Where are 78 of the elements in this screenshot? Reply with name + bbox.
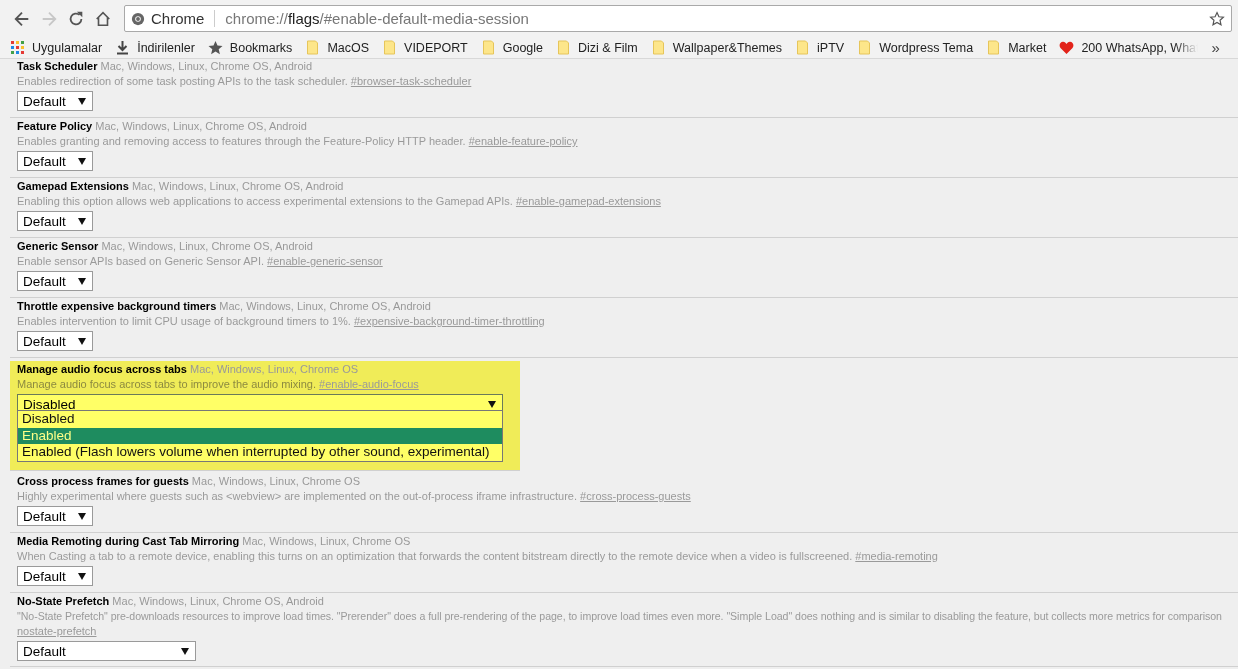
caret-icon [78, 157, 86, 165]
caret-icon [78, 512, 86, 520]
flag-title: Cross process frames for guests [17, 475, 189, 487]
flag-title: Task Scheduler [17, 60, 98, 72]
platforms-text: Mac, Windows, Linux, Chrome OS, Android [95, 120, 307, 132]
platforms-text: Mac, Windows, Linux, Chrome OS, Android [131, 180, 344, 192]
bookmark[interactable]: VIDEPORT [382, 40, 468, 55]
caret-icon [78, 572, 86, 580]
caret-icon [181, 647, 189, 655]
url-text: chrome://flags/#enable-default-media-session [225, 10, 529, 27]
platforms-text: Mac, Windows, Linux, Chrome OS, Android [100, 60, 313, 72]
folder-icon [480, 40, 496, 55]
bookmark[interactable]: Wordpress Tema [857, 40, 974, 55]
flag-title: Generic Sensor [17, 240, 99, 252]
heart-icon [1059, 40, 1075, 55]
flag-title: Throttle expensive background timers [17, 300, 217, 312]
platforms-text: Mac, Windows, Linux, Chrome OS, Android [219, 300, 431, 312]
flag-title: No-State Prefetch [17, 595, 110, 607]
bookmark[interactable]: iPTV [795, 40, 845, 55]
bookmark[interactable]: Bookmarks [207, 40, 293, 55]
flag-title: Manage audio focus across tabs [17, 363, 187, 375]
bookmark[interactable]: Google [480, 40, 544, 55]
folder-icon [556, 40, 572, 55]
dropdown-option[interactable]: Enabled [18, 427, 502, 444]
flag-select[interactable]: Default [17, 91, 93, 111]
star-icon [207, 40, 223, 55]
flag-title: Feature Policy [17, 120, 93, 132]
flag-select[interactable]: Default [17, 211, 93, 231]
caret-icon [78, 217, 86, 225]
bookmark[interactable]: MacOS [305, 40, 370, 55]
caret-icon [78, 277, 86, 285]
flag-select[interactable]: Default [17, 331, 93, 351]
folder-icon [795, 40, 811, 55]
apps-icon [10, 40, 25, 55]
flag-select[interactable]: Default [17, 271, 93, 291]
site-label: Chrome [151, 10, 205, 27]
address-bar[interactable]: Chrome chrome://flags/#enable-default-media-session [124, 5, 1232, 32]
flag-description: Enabling this option allows web applications to access experimental extensions to the Gamepad APIs. #enable-gamepad-extensions [17, 194, 662, 209]
flag-select[interactable]: Default [17, 641, 196, 661]
bookmark[interactable]: Market [986, 40, 1047, 55]
bookmark[interactable]: Uygulamalar [10, 40, 103, 55]
bookmark[interactable]: İndirilenler [115, 40, 195, 55]
caret-icon [78, 337, 86, 345]
star-icon[interactable] [1209, 10, 1225, 27]
folder-icon [857, 40, 873, 55]
flag-description: Highly experimental where guests such as <webview> are implemented on the out-of-process iframe infrastructure. #cross-process-guests [17, 489, 692, 504]
bookmark[interactable]: Wallpaper&Themes [650, 40, 783, 55]
flag-description: Enables intervention to limit CPU usage of background timers to 1%. #expensive-background-timer-throttling [17, 314, 546, 329]
caret-icon [488, 400, 496, 408]
dropdown-option[interactable]: Enabled (Flash lowers volume when interrupted by other sound, experimental) [18, 444, 502, 461]
back-icon[interactable] [12, 9, 31, 28]
platforms-text: Mac, Windows, Linux, Chrome OS [191, 475, 360, 487]
dropdown-option[interactable]: Disabled [18, 411, 502, 428]
flag-title: Media Remoting during Cast Tab Mirroring [17, 535, 240, 547]
bookmark[interactable]: Dizi & Film [556, 40, 638, 55]
folder-icon [305, 40, 321, 55]
platforms-text: Mac, Windows, Linux, Chrome OS [190, 363, 359, 375]
flag-description: Enable sensor APIs based on Generic Sensor API. #enable-generic-sensor [17, 254, 384, 269]
platforms-text: Mac, Windows, Linux, Chrome OS, Android [101, 240, 313, 252]
chrome-icon [131, 11, 145, 26]
flag-description: When Casting a tab to a remote device, enabling this turns on an optimization that forwards the content bitstream directly to the remote device when a video is fullscreened. #media-remoting [17, 549, 939, 564]
folder-icon [986, 40, 1002, 55]
flag-select[interactable]: Default [17, 151, 93, 171]
flag-select[interactable]: Default [17, 506, 93, 526]
flag-select[interactable]: Default [17, 566, 93, 586]
flag-title: Gamepad Extensions [17, 180, 129, 192]
flag-description: "No-State Prefetch" pre-downloads resources to improve load times. "Prerender" does a full pre-rendering of the page, to improve load times even more. "Simple Load" does nothing and is similar to disabling the feature, but collects more metrics for comparison [17, 609, 1223, 624]
folder-icon [650, 40, 666, 55]
caret-icon [78, 97, 86, 105]
overflow-button[interactable]: » [1211, 39, 1220, 56]
folder-icon [382, 40, 398, 55]
flag-description: Manage audio focus across tabs to improve the audio mixing. #enable-audio-focus [17, 377, 420, 392]
platforms-text: Mac, Windows, Linux, Chrome OS [242, 535, 411, 547]
download-icon [115, 40, 131, 55]
platforms-text: Mac, Windows, Linux, Chrome OS, Android [112, 595, 324, 607]
flag-description: Enables granting and removing access to features through the Feature-Policy HTTP header. #enable-feature-policy [17, 134, 579, 149]
flag-description: Enables redirection of some task posting APIs to the task scheduler. #browser-task-scheduler [17, 74, 473, 89]
home-icon[interactable] [93, 9, 112, 28]
